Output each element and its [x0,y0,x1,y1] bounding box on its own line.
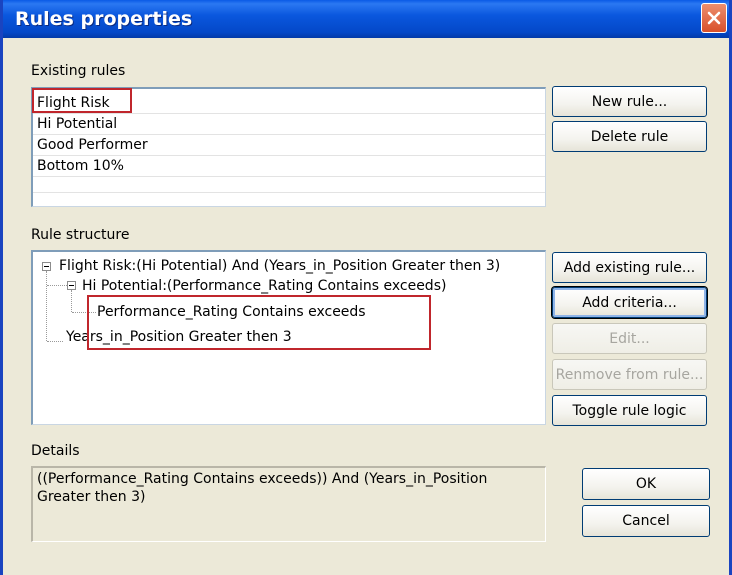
remove-from-rule-button[interactable]: Renmove from rule... [552,359,707,390]
ok-button[interactable]: OK [582,468,710,500]
tree-connector [47,285,67,286]
details-label: Details [31,443,80,459]
details-text: ((Performance_Rating Contains exceeds)) … [31,466,546,542]
title-bar[interactable]: Rules properties [3,0,729,38]
cancel-button[interactable]: Cancel [582,505,710,537]
list-divider [33,176,545,177]
close-icon [707,11,721,25]
delete-rule-button[interactable]: Delete rule [552,121,707,152]
list-divider [33,192,545,193]
minus-expander-icon[interactable] [42,262,51,271]
criteria-highlight [87,295,431,350]
rule-item-good-performer[interactable]: Good Performer [37,135,148,155]
rule-structure-label: Rule structure [31,227,130,243]
tree-node-child[interactable]: Hi Potential:(Performance_Rating Contain… [82,277,446,295]
tree-connector [46,271,47,341]
add-existing-rule-button[interactable]: Add existing rule... [552,252,707,283]
tree-connector [71,290,72,312]
add-criteria-button[interactable]: Add criteria... [552,287,707,318]
dialog-title: Rules properties [15,8,193,30]
new-rule-button[interactable]: New rule... [552,86,707,117]
rule-item-hi-potential[interactable]: Hi Potential [37,114,117,134]
rule-item-bottom-10[interactable]: Bottom 10% [37,156,124,176]
minus-expander-icon[interactable] [67,281,76,290]
tree-node-root[interactable]: Flight Risk:(Hi Potential) And (Years_in… [59,257,500,275]
existing-rules-label: Existing rules [31,63,126,79]
close-button[interactable] [701,3,727,33]
tree-connector [47,341,63,342]
toggle-rule-logic-button[interactable]: Toggle rule logic [552,395,707,426]
rules-properties-dialog: Rules properties Existing rules Flight R… [0,0,732,575]
edit-button[interactable]: Edit... [552,323,707,354]
selected-rule-highlight [32,88,132,113]
